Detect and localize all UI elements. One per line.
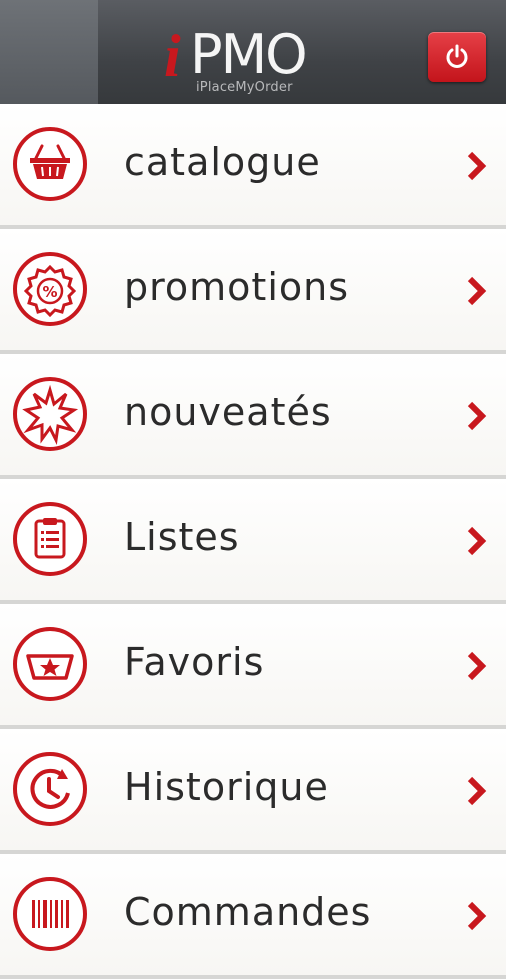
percent-badge-icon: %	[13, 252, 87, 326]
clipboard-icon	[13, 502, 87, 576]
menu-item-label: catalogue	[124, 140, 321, 184]
chevron-right-icon	[467, 526, 487, 556]
menu-item-commandes[interactable]: Commandes	[0, 854, 506, 979]
logo-main: PMO	[190, 23, 308, 86]
menu-item-listes[interactable]: Listes	[0, 479, 506, 604]
chevron-right-icon	[467, 401, 487, 431]
menu-item-historique[interactable]: Historique	[0, 729, 506, 854]
main-menu: catalogue % promotions nouveatés Listes …	[0, 104, 506, 979]
logo-subtitle: iPlaceMyOrder	[196, 80, 293, 95]
chevron-right-icon	[467, 651, 487, 681]
menu-item-label: nouveatés	[124, 390, 332, 434]
logout-button[interactable]	[428, 32, 486, 82]
chevron-right-icon	[467, 776, 487, 806]
chevron-right-icon	[467, 151, 487, 181]
history-clock-icon	[13, 752, 87, 826]
menu-item-favoris[interactable]: Favoris	[0, 604, 506, 729]
starburst-icon	[13, 377, 87, 451]
basket-icon	[13, 127, 87, 201]
chevron-right-icon	[467, 276, 487, 306]
menu-item-label: Listes	[124, 515, 240, 559]
menu-item-label: Favoris	[124, 640, 265, 684]
chevron-right-icon	[467, 901, 487, 931]
header-menu-area[interactable]	[0, 0, 98, 104]
logo-i: i	[164, 23, 181, 89]
power-icon	[446, 44, 468, 68]
star-basket-icon	[13, 627, 87, 701]
menu-item-label: Historique	[124, 765, 329, 809]
menu-item-nouveautes[interactable]: nouveatés	[0, 354, 506, 479]
menu-item-label: Commandes	[124, 890, 372, 934]
menu-item-promotions[interactable]: % promotions	[0, 229, 506, 354]
app-header: i PMO iPlaceMyOrder	[0, 0, 506, 104]
menu-item-catalogue[interactable]: catalogue	[0, 104, 506, 229]
app-logo: i PMO iPlaceMyOrder	[160, 12, 330, 100]
svg-text:%: %	[42, 283, 57, 301]
barcode-icon	[13, 877, 87, 951]
menu-item-label: promotions	[124, 265, 350, 309]
